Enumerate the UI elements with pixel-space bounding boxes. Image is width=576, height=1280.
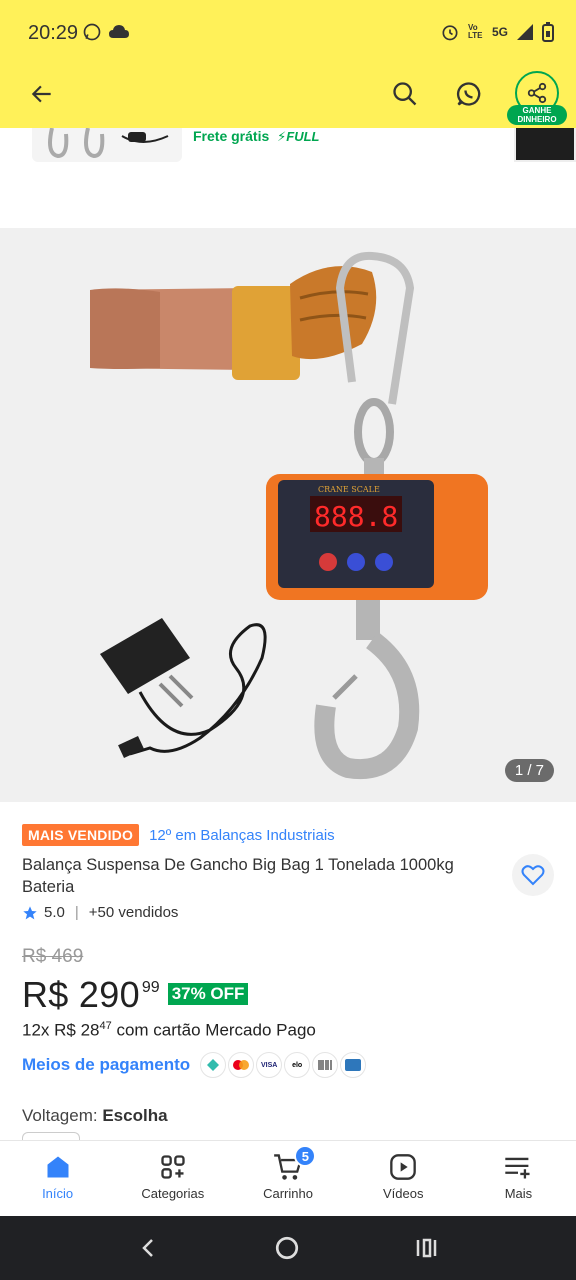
favorite-button[interactable] — [512, 854, 554, 896]
voltage-selector[interactable]: Voltagem: Escolha — [22, 1106, 168, 1126]
earn-money-label: GANHE DINHEIRO — [507, 105, 567, 125]
product-image-gallery[interactable]: CRANE SCALE 888.8 1 / 7 — [0, 228, 576, 802]
current-price: R$ 290 — [22, 974, 140, 1015]
cloud-icon — [109, 25, 129, 38]
search-button[interactable] — [383, 72, 427, 116]
alarm-icon — [442, 25, 458, 41]
installments-text: 12x R$ 2847 com cartão Mercado Pago — [22, 1020, 316, 1040]
system-back-icon[interactable] — [137, 1236, 161, 1260]
previous-item-thumbnail[interactable] — [32, 128, 182, 162]
elo-icon: elo — [284, 1052, 311, 1078]
previous-item-strip: Frete grátis ⚡FULL — [0, 128, 576, 228]
network-type: 5G — [491, 25, 508, 39]
earn-money-share-button[interactable]: GANHE DINHEIRO — [507, 71, 567, 127]
whatsapp-icon — [456, 82, 481, 106]
amex-icon — [340, 1052, 367, 1078]
system-recents-icon[interactable] — [413, 1236, 439, 1260]
star-icon — [23, 905, 37, 919]
category-rank-link[interactable]: 12º em Balanças Industriais — [149, 827, 335, 844]
nav-home[interactable]: Início — [0, 1141, 115, 1216]
discount-badge: 37% OFF — [167, 983, 249, 1005]
payment-methods-row[interactable]: Meios de pagamento VISA elo — [22, 1052, 367, 1078]
svg-text:CRANE SCALE: CRANE SCALE — [318, 485, 380, 494]
nav-categories[interactable]: Categorias — [115, 1141, 230, 1216]
status-time: 20:29 — [28, 22, 79, 44]
sold-count: +50 vendidos — [88, 904, 179, 921]
current-price-cents: 99 — [141, 979, 160, 996]
menu-more-icon — [505, 1157, 530, 1179]
system-home-icon[interactable] — [274, 1235, 300, 1261]
full-shipping-label: FULL — [286, 129, 320, 144]
boleto-icon — [312, 1052, 339, 1078]
nav-videos[interactable]: Vídeos — [346, 1141, 461, 1216]
categories-icon — [161, 1155, 185, 1179]
back-arrow-icon — [31, 85, 51, 103]
cart-count-badge: 5 — [294, 1145, 317, 1167]
hook-thumbnail-image — [48, 128, 169, 159]
payment-methods-link[interactable]: Meios de pagamento — [22, 1055, 190, 1075]
visa-icon: VISA — [256, 1052, 283, 1078]
home-icon — [47, 1156, 69, 1178]
original-price: R$ 469 — [22, 946, 84, 967]
rating-row[interactable]: 5.0 | +50 vendidos — [22, 904, 178, 921]
voltage-label: Voltagem: — [22, 1106, 98, 1125]
video-icon — [390, 1154, 417, 1180]
system-navigation-bar — [0, 1216, 576, 1280]
voltage-value: Escolha — [102, 1106, 168, 1125]
search-icon — [393, 82, 417, 106]
nav-cart[interactable]: 5 Carrinho — [230, 1141, 345, 1216]
next-item-thumbnail[interactable] — [514, 128, 576, 162]
price-row: R$ 290 99 37% OFF — [22, 974, 249, 1016]
best-seller-badge: MAIS VENDIDO — [22, 824, 140, 846]
heart-icon — [521, 865, 545, 886]
nav-more[interactable]: Mais — [461, 1141, 576, 1216]
gallery-counter: 1 / 7 — [504, 759, 554, 782]
mastercard-icon — [228, 1052, 255, 1078]
svg-text:888.8: 888.8 — [314, 500, 398, 533]
whatsapp-status-icon — [83, 23, 101, 41]
status-bar: 20:29 Vo LTE 5G — [0, 0, 576, 66]
pix-icon — [200, 1052, 227, 1078]
volte-text: Vo LTE — [467, 23, 483, 40]
app-header: GANHE DINHEIRO — [0, 66, 576, 128]
product-title: Balança Suspensa De Gancho Big Bag 1 Ton… — [22, 856, 454, 896]
back-button[interactable] — [20, 72, 64, 116]
share-icon — [527, 82, 547, 104]
battery-icon — [542, 22, 554, 42]
free-shipping-text: Frete grátis — [193, 128, 270, 144]
rating-value: 5.0 — [44, 904, 65, 921]
top-bar: 20:29 Vo LTE 5G GANHE DINHEIRO — [0, 0, 576, 128]
bottom-navigation: Início Categorias 5 Carrinho Vídeos Mais — [0, 1140, 576, 1216]
whatsapp-share-button[interactable] — [447, 72, 491, 116]
product-image: CRANE SCALE 888.8 — [90, 251, 488, 780]
signal-icon — [517, 24, 533, 40]
